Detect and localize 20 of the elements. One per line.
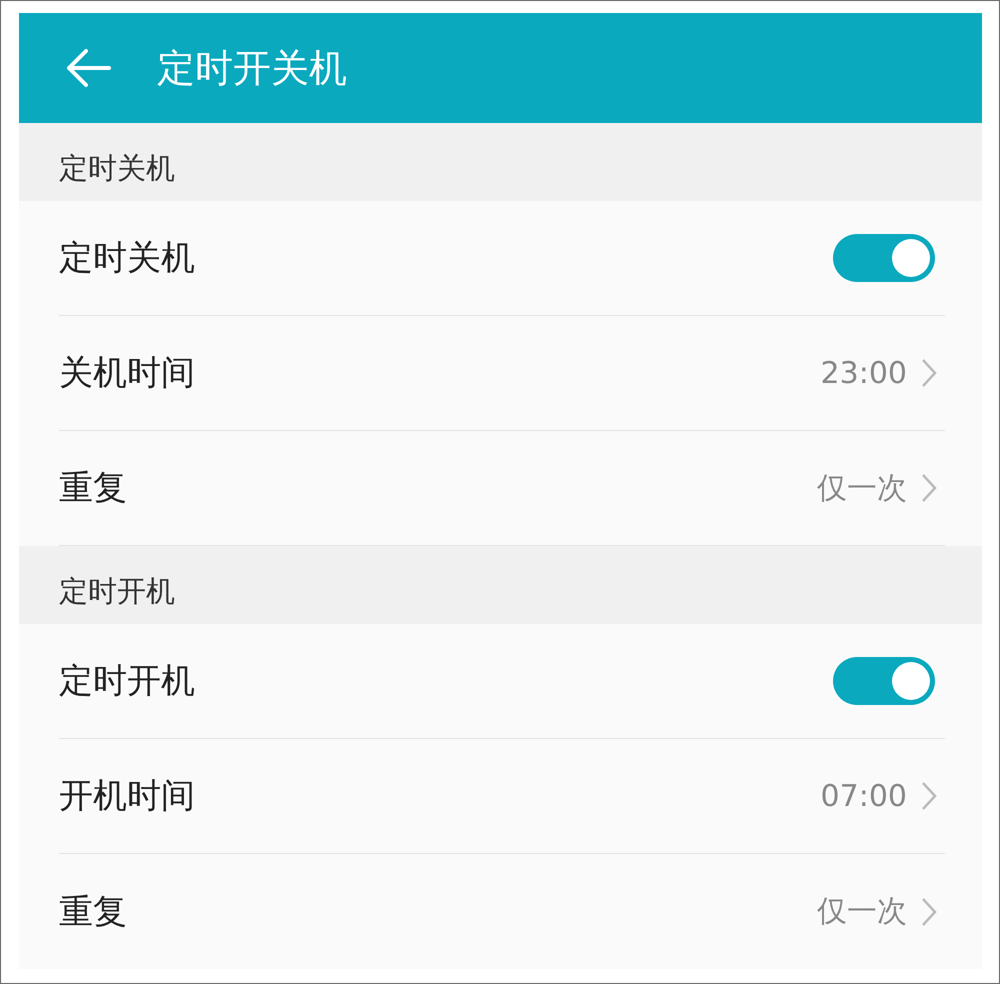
setting-value: 仅一次 [817,470,907,508]
setting-value: 23:00 [820,356,907,390]
back-arrow-icon [65,48,111,88]
setting-label: 开机时间 [59,775,195,818]
setting-value: 07:00 [820,778,907,814]
setting-label: 定时关机 [59,237,195,280]
page-title: 定时开关机 [157,44,347,92]
setting-label: 关机时间 [59,352,195,395]
chevron-right-icon [921,781,937,811]
toggle-switch[interactable] [833,657,935,705]
section-header: 定时关机 [59,150,175,187]
setting-label: 重复 [59,890,127,934]
setting-label: 定时开机 [59,660,195,703]
chevron-right-icon [921,358,937,388]
setting-value: 仅一次 [817,893,907,931]
chevron-right-icon [921,896,937,926]
setting-label: 重复 [59,467,127,510]
section-header: 定时开机 [59,573,175,610]
toggle-switch[interactable] [833,234,935,282]
chevron-right-icon [921,473,937,503]
